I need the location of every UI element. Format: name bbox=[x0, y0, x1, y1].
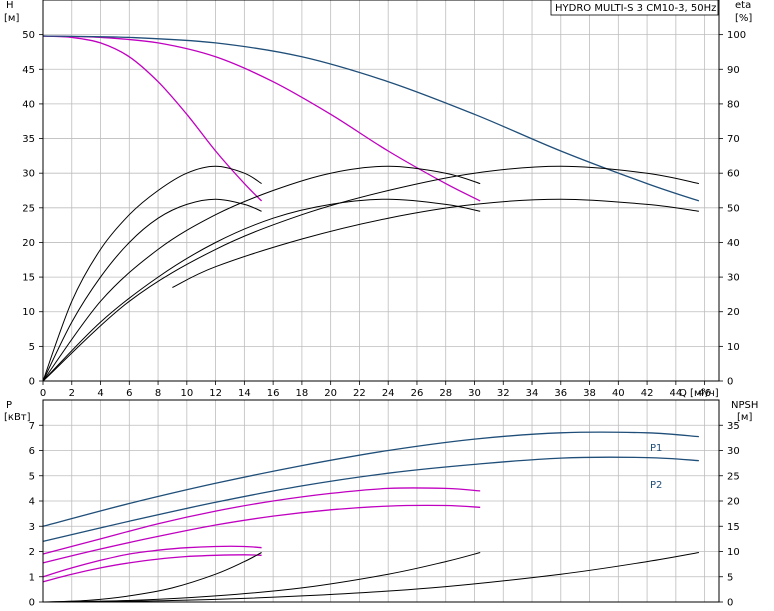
series-line-7 bbox=[42, 165, 700, 382]
x-tick-label: 14 bbox=[238, 388, 251, 399]
x-tick-label: 6 bbox=[126, 388, 132, 399]
head-chart-series bbox=[42, 35, 700, 382]
y-tick-label-left: 1 bbox=[29, 572, 35, 583]
y-tick-label-right: 40 bbox=[727, 238, 740, 249]
y-tick-label-left: 50 bbox=[22, 30, 35, 41]
y-label-p: P bbox=[6, 400, 12, 411]
series-line-1 bbox=[42, 35, 481, 202]
series-line-7 bbox=[42, 552, 481, 603]
x-tick-label: 2 bbox=[69, 388, 75, 399]
y-label-npsh-unit: [м] bbox=[737, 412, 752, 423]
x-tick-label: 34 bbox=[526, 388, 539, 399]
y-tick-label-left: 5 bbox=[29, 342, 35, 353]
y-tick-label-left: 0 bbox=[29, 598, 35, 609]
x-tick-label: 32 bbox=[497, 388, 510, 399]
y-tick-label-left: 4 bbox=[29, 497, 35, 508]
x-tick-label: 22 bbox=[353, 388, 366, 399]
head-y-ticks: 0 5 10 15 20 25 30 35 40 45 50 bbox=[22, 30, 43, 388]
y-tick-label-left: 30 bbox=[22, 169, 35, 180]
y-label-h: H bbox=[6, 0, 14, 11]
x-tick-label: 36 bbox=[554, 388, 567, 399]
series-label-p2: P2 bbox=[650, 480, 662, 491]
series-line-0 bbox=[42, 431, 699, 527]
y-tick-label-right: 10 bbox=[727, 342, 740, 353]
series-line-8 bbox=[172, 198, 699, 288]
x-tick-label: 10 bbox=[180, 388, 193, 399]
x-label-q: Q [м³/ч] bbox=[679, 388, 719, 399]
series-line-0 bbox=[42, 35, 263, 202]
y-tick-label-left: 6 bbox=[29, 446, 35, 457]
x-tick-label: 38 bbox=[583, 388, 596, 399]
y-tick-label-left: 15 bbox=[22, 273, 35, 284]
x-tick-label: 30 bbox=[468, 388, 481, 399]
x-tick-label: 42 bbox=[641, 388, 654, 399]
y-tick-label-right: 80 bbox=[727, 99, 740, 110]
y-tick-label-left: 35 bbox=[22, 134, 35, 145]
npsh-y-ticks: 05101520253035 bbox=[719, 421, 740, 609]
power-y-ticks: 01234567 bbox=[29, 421, 43, 609]
y-tick-label-right: 70 bbox=[727, 134, 740, 145]
x-tick-label: 40 bbox=[612, 388, 625, 399]
head-chart-frame bbox=[42, 0, 720, 382]
x-tick-label: 26 bbox=[411, 388, 424, 399]
y-tick-label-right: 25 bbox=[727, 471, 740, 482]
x-tick-label: 24 bbox=[382, 388, 395, 399]
x-tick-label: 28 bbox=[439, 388, 452, 399]
y-tick-label-left: 0 bbox=[29, 377, 35, 388]
x-tick-label: 4 bbox=[97, 388, 103, 399]
eta-y-ticks: 0 10 20 30 40 50 60 70 80 90 100 bbox=[719, 30, 746, 388]
y-label-eta-unit: [%] bbox=[735, 13, 752, 24]
y-tick-label-left: 5 bbox=[29, 471, 35, 482]
x-tick-label: 16 bbox=[267, 388, 280, 399]
power-chart: 01234567 05101520253035 P [кВт] NPSH [м]… bbox=[4, 399, 758, 609]
y-tick-label-right: 20 bbox=[727, 307, 740, 318]
y-tick-label-right: 30 bbox=[727, 273, 740, 284]
y-tick-label-left: 20 bbox=[22, 238, 35, 249]
power-chart-grid bbox=[43, 400, 719, 602]
y-label-h-unit: [м] bbox=[4, 13, 19, 24]
x-tick-label: 20 bbox=[324, 388, 337, 399]
y-tick-label-right: 0 bbox=[727, 598, 733, 609]
y-tick-label-right: 15 bbox=[727, 522, 740, 533]
y-tick-label-left: 25 bbox=[22, 203, 35, 214]
y-label-npsh: NPSH bbox=[731, 400, 758, 411]
x-tick-label: 0 bbox=[40, 388, 46, 399]
y-tick-label-right: 90 bbox=[727, 65, 740, 76]
y-label-eta: eta bbox=[735, 0, 751, 11]
y-tick-label-right: 60 bbox=[727, 169, 740, 180]
pump-curve-chart: 05101520253035404550 0102030405060708090… bbox=[4, 0, 758, 609]
y-tick-label-left: 10 bbox=[22, 307, 35, 318]
y-tick-label-left: 3 bbox=[29, 522, 35, 533]
series-line-6 bbox=[42, 198, 481, 382]
y-tick-label-right: 30 bbox=[727, 446, 740, 457]
y-tick-label-left: 45 bbox=[22, 65, 35, 76]
series-line-1 bbox=[42, 456, 699, 543]
y-tick-label-left: 2 bbox=[29, 547, 35, 558]
series-line-2 bbox=[42, 487, 481, 555]
x-tick-label: 18 bbox=[296, 388, 309, 399]
series-label-p1: P1 bbox=[650, 443, 662, 454]
y-label-p-unit: [кВт] bbox=[4, 412, 31, 423]
y-tick-label-right: 100 bbox=[727, 30, 746, 41]
series-line-4 bbox=[42, 545, 262, 578]
y-tick-label-right: 20 bbox=[727, 497, 740, 508]
q-x-ticks: 0 2 4 6 8 10 12 14 16 18 20 22 24 26 28 30 32 34 36 38 40 42 4… bbox=[40, 381, 711, 399]
y-tick-label-left: 40 bbox=[22, 99, 35, 110]
y-tick-label-right: 0 bbox=[727, 377, 733, 388]
series-line-4 bbox=[42, 198, 262, 382]
chart-title: HYDRO MULTI-S 3 CM10-3, 50Hz bbox=[555, 3, 716, 14]
x-tick-label: 8 bbox=[155, 388, 161, 399]
series-line-5 bbox=[42, 165, 481, 382]
x-tick-label: 12 bbox=[209, 388, 222, 399]
y-tick-label-right: 5 bbox=[727, 572, 733, 583]
y-tick-label-right: 50 bbox=[727, 203, 740, 214]
series-line-2 bbox=[42, 35, 700, 202]
head-chart: 05101520253035404550 0102030405060708090… bbox=[4, 0, 752, 399]
series-line-3 bbox=[42, 504, 481, 564]
y-tick-label-right: 10 bbox=[727, 547, 740, 558]
head-chart-grid bbox=[43, 0, 719, 381]
